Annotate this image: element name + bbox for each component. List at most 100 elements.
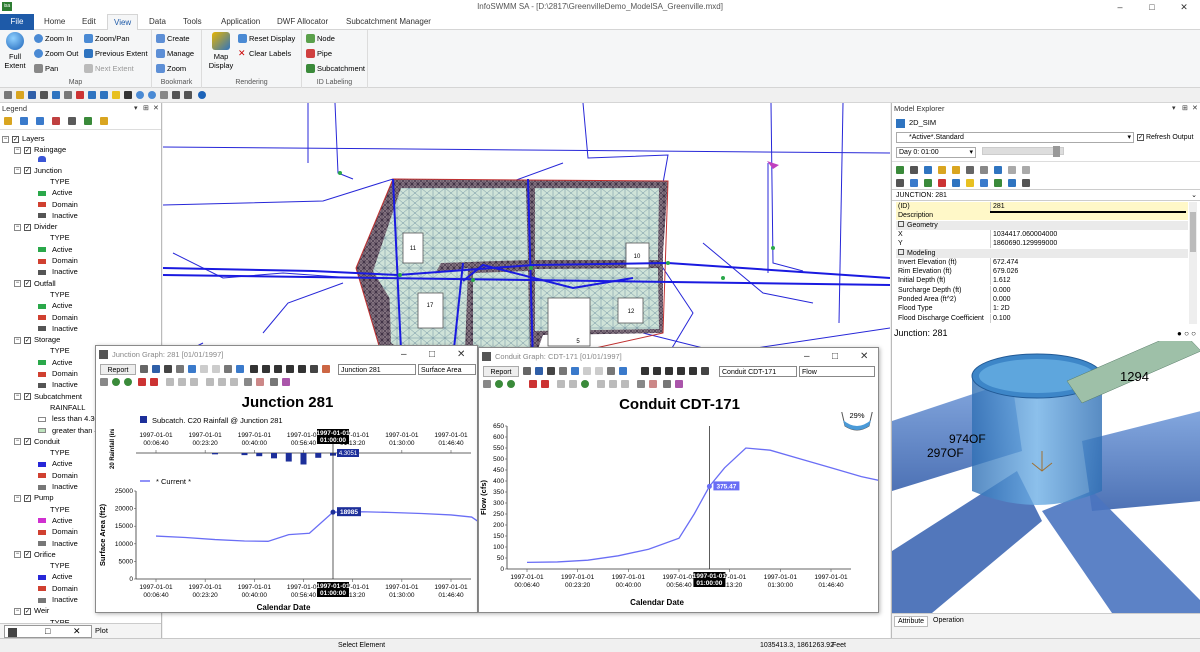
theme-icon[interactable]: [68, 117, 76, 125]
export-icon[interactable]: [256, 378, 264, 386]
edit-icon[interactable]: [619, 367, 627, 375]
move-icon[interactable]: [172, 91, 180, 99]
scenario-row[interactable]: 2D_SIM: [896, 117, 936, 129]
variable-select[interactable]: Flow: [799, 366, 875, 377]
refresh-icon[interactable]: [571, 367, 579, 375]
tools-icon[interactable]: [910, 166, 918, 174]
collapse-icon[interactable]: −: [14, 438, 21, 446]
property-value[interactable]: 281: [990, 202, 1186, 211]
create-bookmark-button[interactable]: Create: [156, 34, 190, 43]
time-select[interactable]: Day 0: 01:00 ▾: [896, 147, 976, 158]
junction-graph-titlebar[interactable]: Junction Graph: 281 [01/01/1997] – □ ✕: [96, 346, 477, 363]
remove-layer-icon[interactable]: [52, 117, 60, 125]
open-icon[interactable]: [938, 166, 946, 174]
y-axis-icon[interactable]: [150, 378, 158, 386]
open-icon[interactable]: [16, 91, 24, 99]
table-icon[interactable]: [583, 367, 591, 375]
add-layer-icon[interactable]: [4, 117, 12, 125]
minimize-button[interactable]: –: [804, 348, 810, 365]
property-row[interactable]: Description: [896, 211, 1188, 221]
full-extent-icon[interactable]: [184, 91, 192, 99]
tab-file[interactable]: File: [0, 14, 34, 30]
chart-icon[interactable]: [595, 367, 603, 375]
previous-icon[interactable]: [262, 365, 270, 373]
slider-thumb[interactable]: [1053, 146, 1060, 157]
dropdown-icon[interactable]: ▾: [1172, 103, 1176, 114]
property-value[interactable]: 679.026: [990, 267, 1186, 277]
tab-view[interactable]: View: [107, 14, 139, 30]
close-icon[interactable]: ✕: [73, 626, 81, 637]
time-slider[interactable]: [982, 146, 1064, 157]
delete-icon[interactable]: [938, 179, 946, 187]
collapse-icon[interactable]: −: [14, 280, 21, 288]
close-button[interactable]: ✕: [457, 346, 465, 363]
next-icon[interactable]: [677, 367, 685, 375]
layer-storage[interactable]: − ✓ Storage: [14, 334, 60, 345]
collapse-icon[interactable]: −: [14, 607, 21, 615]
layer-checkbox[interactable]: ✓: [12, 135, 19, 143]
zoom-bookmark-button[interactable]: Zoom: [156, 64, 186, 73]
property-row[interactable]: X 1034417.060004000: [896, 229, 1188, 239]
zoom-pan-button[interactable]: Zoom/Pan: [84, 34, 130, 43]
refresh-icon[interactable]: [188, 365, 196, 373]
first-icon[interactable]: [641, 367, 649, 375]
zoom-icon-2[interactable]: [178, 378, 186, 386]
zoom-out-icon[interactable]: [124, 378, 132, 386]
options-icon[interactable]: [607, 367, 615, 375]
property-value[interactable]: 0.000: [990, 295, 1186, 304]
full-extent-button[interactable]: Full Extent: [3, 32, 27, 70]
paste-icon[interactable]: [64, 91, 72, 99]
pin-icon[interactable]: [310, 365, 318, 373]
property-value[interactable]: 1860690.129999000: [990, 239, 1186, 249]
property-value[interactable]: 0.000: [990, 285, 1186, 295]
zoom-in-button[interactable]: Zoom In: [34, 34, 73, 43]
maximize-button[interactable]: □: [1136, 0, 1168, 14]
layer-order-icon[interactable]: [36, 117, 44, 125]
property-row[interactable]: Invert Elevation (ft) 672.474: [896, 257, 1188, 267]
layer-checkbox[interactable]: ✓: [24, 167, 31, 175]
zoom-icon[interactable]: [166, 378, 174, 386]
pipe-icon[interactable]: [980, 179, 988, 187]
globe-icon[interactable]: [581, 380, 589, 388]
refresh-output-checkbox[interactable]: ✓ Refresh Output: [1137, 132, 1193, 143]
save-icon[interactable]: [152, 365, 160, 373]
close-icon[interactable]: ✕: [153, 103, 159, 114]
zoom-out-button[interactable]: Zoom Out: [34, 49, 78, 58]
property-row[interactable]: Surcharge Depth (ft) 0.000: [896, 285, 1188, 295]
x-axis-icon[interactable]: [529, 380, 537, 388]
pin-icon[interactable]: ⊞: [1182, 103, 1188, 114]
zoom-icon[interactable]: [557, 380, 565, 388]
report-button[interactable]: Report: [100, 364, 136, 375]
minimize-button[interactable]: –: [1104, 0, 1136, 14]
pipe-label-button[interactable]: Pipe: [306, 49, 332, 58]
property-row[interactable]: Y 1860690.129999000: [896, 239, 1188, 249]
zoom-icon-3[interactable]: [190, 378, 198, 386]
copy-icon[interactable]: [523, 367, 531, 375]
close-button[interactable]: ✕: [1168, 0, 1200, 14]
play-icon[interactable]: [230, 378, 238, 386]
zoom-in-icon[interactable]: [112, 378, 120, 386]
layer-orifice[interactable]: − ✓ Orifice: [14, 549, 56, 560]
element-select[interactable]: Conduit CDT-171: [719, 366, 797, 377]
next-step-icon[interactable]: [609, 380, 617, 388]
layer-subcatchment[interactable]: − ✓ Subcatchment: [14, 391, 82, 402]
last-icon[interactable]: [298, 365, 306, 373]
copy-icon[interactable]: [244, 378, 252, 386]
layer-checkbox[interactable]: ✓: [24, 551, 31, 559]
property-row[interactable]: Initial Depth (ft) 1.612: [896, 276, 1188, 286]
print-icon[interactable]: [663, 380, 671, 388]
property-value[interactable]: [990, 211, 1186, 214]
arrow-icon[interactable]: [910, 179, 918, 187]
layer-junction[interactable]: − ✓ Junction: [14, 165, 62, 176]
layer-pump[interactable]: − ✓ Pump: [14, 492, 54, 503]
zoom-icon-2[interactable]: [569, 380, 577, 388]
hourglass-icon[interactable]: [274, 365, 282, 373]
edit-icon[interactable]: [236, 365, 244, 373]
plot-tab[interactable]: Plot: [95, 626, 108, 635]
next-step-icon[interactable]: [218, 378, 226, 386]
chart-icon[interactable]: [924, 179, 932, 187]
checkbox-icon[interactable]: [898, 248, 904, 255]
edit-icon[interactable]: [100, 117, 108, 125]
layer-checkbox[interactable]: ✓: [24, 393, 31, 401]
subcatchment-label-button[interactable]: Subcatchment: [306, 64, 365, 73]
